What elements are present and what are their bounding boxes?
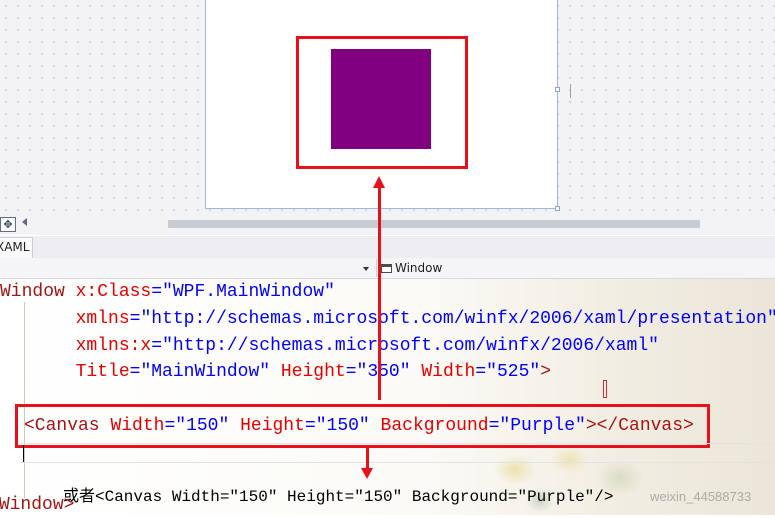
attr-name: Height bbox=[280, 362, 346, 382]
equals-sign: = bbox=[151, 282, 163, 302]
element-selector-label: Window bbox=[395, 261, 443, 275]
attr-name: x:Class bbox=[75, 282, 152, 302]
window-icon bbox=[381, 264, 392, 273]
tab-strip bbox=[0, 236, 775, 259]
attr-value: "525" bbox=[486, 362, 541, 382]
resize-grip-corner[interactable] bbox=[555, 206, 560, 211]
annotation-box-code bbox=[15, 404, 710, 448]
equals-sign: = bbox=[129, 309, 141, 329]
code-line-3[interactable]: xmlns:x="http://schemas.microsoft.com/wi… bbox=[0, 333, 659, 359]
arrow-up-icon bbox=[373, 176, 385, 188]
code-line-2[interactable]: xmlns="http://schemas.microsoft.com/winf… bbox=[0, 306, 775, 332]
attr-value: "MainWindow" bbox=[140, 362, 271, 382]
attr-value: "WPF.MainWindow" bbox=[162, 282, 335, 302]
horizontal-scrollbar-thumb[interactable] bbox=[168, 220, 700, 228]
tab-xaml[interactable]: XAML bbox=[0, 237, 33, 258]
move-icon[interactable]: ✥ bbox=[0, 217, 16, 232]
code-line-1[interactable]: Window x:Class="WPF.MainWindow" bbox=[0, 279, 335, 305]
text-caret bbox=[23, 445, 24, 462]
scroll-left-icon[interactable] bbox=[22, 218, 27, 226]
tab-xaml-label: XAML bbox=[0, 240, 30, 254]
navbar-divider bbox=[376, 259, 377, 277]
attr-name: Width bbox=[421, 362, 476, 382]
attr-value: "http://schemas.microsoft.com/winfx/2006… bbox=[162, 336, 659, 356]
attr-name: Title bbox=[75, 362, 130, 382]
arrow-up-line bbox=[378, 180, 381, 400]
arrow-down-icon bbox=[361, 468, 373, 479]
attr-value: "350" bbox=[356, 362, 411, 382]
ruler-mark bbox=[570, 84, 571, 98]
chevron-down-icon[interactable] bbox=[363, 267, 369, 271]
attr-name: xmlns:x bbox=[75, 336, 152, 356]
tag-name: Window> bbox=[0, 495, 75, 515]
current-line-highlight bbox=[21, 443, 775, 463]
attr-value: "http://schemas.microsoft.com/winfx/2006… bbox=[140, 309, 775, 329]
code-line-8[interactable]: /Window> bbox=[0, 492, 74, 518]
resize-grip-right[interactable] bbox=[555, 87, 560, 92]
tag-name: Window bbox=[0, 282, 65, 302]
text-cursor-marker bbox=[603, 380, 607, 398]
annotation-box-canvas bbox=[296, 36, 468, 169]
tag-close: > bbox=[540, 362, 551, 382]
equals-sign: = bbox=[151, 336, 163, 356]
attr-name: xmlns bbox=[75, 309, 130, 329]
watermark: weixin_44588733 bbox=[650, 489, 752, 504]
annotation-note: 或者<Canvas Width="150" Height="150" Backg… bbox=[63, 488, 614, 506]
code-line-4[interactable]: Title="MainWindow" Height="350" Width="5… bbox=[0, 359, 551, 385]
element-selector-dropdown[interactable]: Window bbox=[381, 259, 442, 277]
